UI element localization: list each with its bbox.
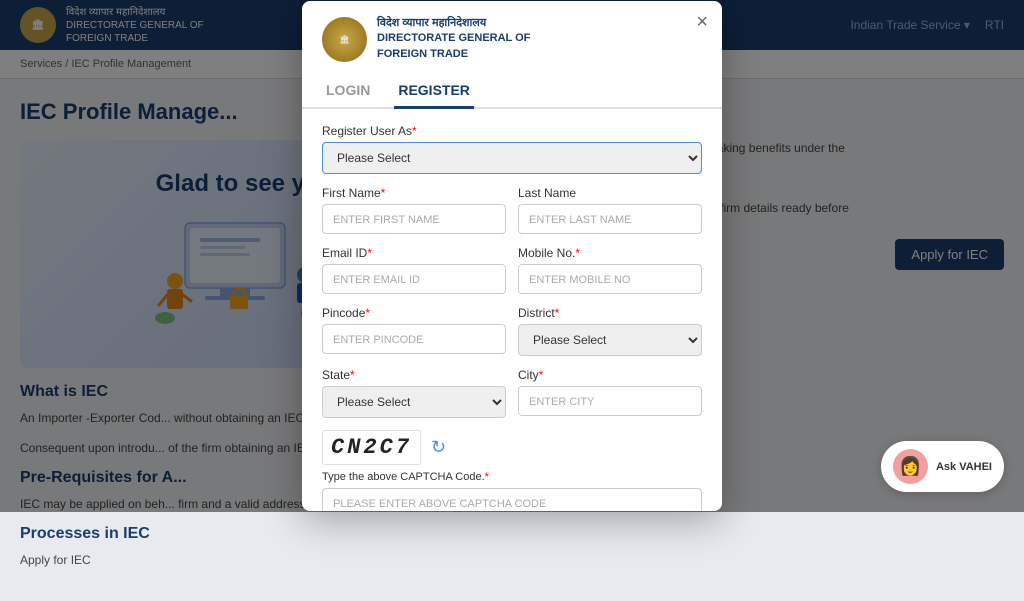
captcha-refresh-icon[interactable]: ↻ (431, 437, 446, 458)
register-user-as-group: Register User As* Please Select (322, 124, 702, 174)
email-mobile-row: Email ID* Mobile No.* (322, 246, 702, 294)
register-modal: × 🏛 विदेश व्यापार महानिदेशालय DIRECTORAT… (302, 1, 722, 511)
modal-body: Register User As* Please Select First Na… (302, 109, 722, 511)
vahei-avatar: 👩 (893, 449, 928, 484)
captcha-image: CN2C7 (322, 430, 421, 465)
register-user-select[interactable]: Please Select (322, 142, 702, 174)
ask-vahei-widget[interactable]: 👩 Ask VAHEI (881, 441, 1004, 492)
modal-logo-text: विदेश व्यापार महानिदेशालय DIRECTORATE GE… (377, 16, 530, 62)
city-input[interactable] (518, 386, 702, 416)
email-label: Email ID* (322, 246, 506, 260)
section3-title: Processes in IEC (20, 525, 470, 543)
first-name-input[interactable] (322, 204, 506, 234)
captcha-label: Type the above CAPTCHA Code.* (322, 471, 702, 483)
captcha-input-group (322, 488, 702, 511)
last-name-group: Last Name (518, 186, 702, 234)
state-city-row: State* Please Select City* (322, 368, 702, 418)
first-name-group: First Name* (322, 186, 506, 234)
last-name-input[interactable] (518, 204, 702, 234)
modal-tabs: LOGIN REGISTER (302, 74, 722, 109)
pincode-group: Pincode* (322, 306, 506, 356)
captcha-row: CN2C7 ↻ (322, 430, 702, 465)
last-name-label: Last Name (518, 186, 702, 200)
district-group: District* Please Select (518, 306, 702, 356)
email-input[interactable] (322, 264, 506, 294)
state-label: State* (322, 368, 506, 382)
register-user-label: Register User As* (322, 124, 702, 138)
tab-register[interactable]: REGISTER (394, 74, 474, 109)
modal-logo-row: 🏛 विदेश व्यापार महानिदेशालय DIRECTORATE … (322, 16, 702, 62)
modal-logo: 🏛 (322, 17, 367, 62)
name-row: First Name* Last Name (322, 186, 702, 234)
mobile-label: Mobile No.* (518, 246, 702, 260)
state-group: State* Please Select (322, 368, 506, 418)
district-select[interactable]: Please Select (518, 324, 702, 356)
captcha-input[interactable] (322, 488, 702, 511)
pincode-label: Pincode* (322, 306, 506, 320)
modal-overlay: × 🏛 विदेश व्यापार महानिदेशालय DIRECTORAT… (0, 0, 1024, 512)
district-label: District* (518, 306, 702, 320)
city-group: City* (518, 368, 702, 418)
tab-login[interactable]: LOGIN (322, 74, 374, 109)
mobile-input[interactable] (518, 264, 702, 294)
first-name-label: First Name* (322, 186, 506, 200)
modal-header: 🏛 विदेश व्यापार महानिदेशालय DIRECTORATE … (302, 1, 722, 109)
pincode-district-row: Pincode* District* Please Select (322, 306, 702, 356)
city-label: City* (518, 368, 702, 382)
pincode-input[interactable] (322, 324, 506, 354)
mobile-group: Mobile No.* (518, 246, 702, 294)
close-button[interactable]: × (696, 11, 708, 34)
ask-vahei-label: Ask VAHEI (936, 461, 992, 473)
section3-sub: Apply for IEC (20, 551, 470, 569)
state-select[interactable]: Please Select (322, 386, 506, 418)
email-group: Email ID* (322, 246, 506, 294)
